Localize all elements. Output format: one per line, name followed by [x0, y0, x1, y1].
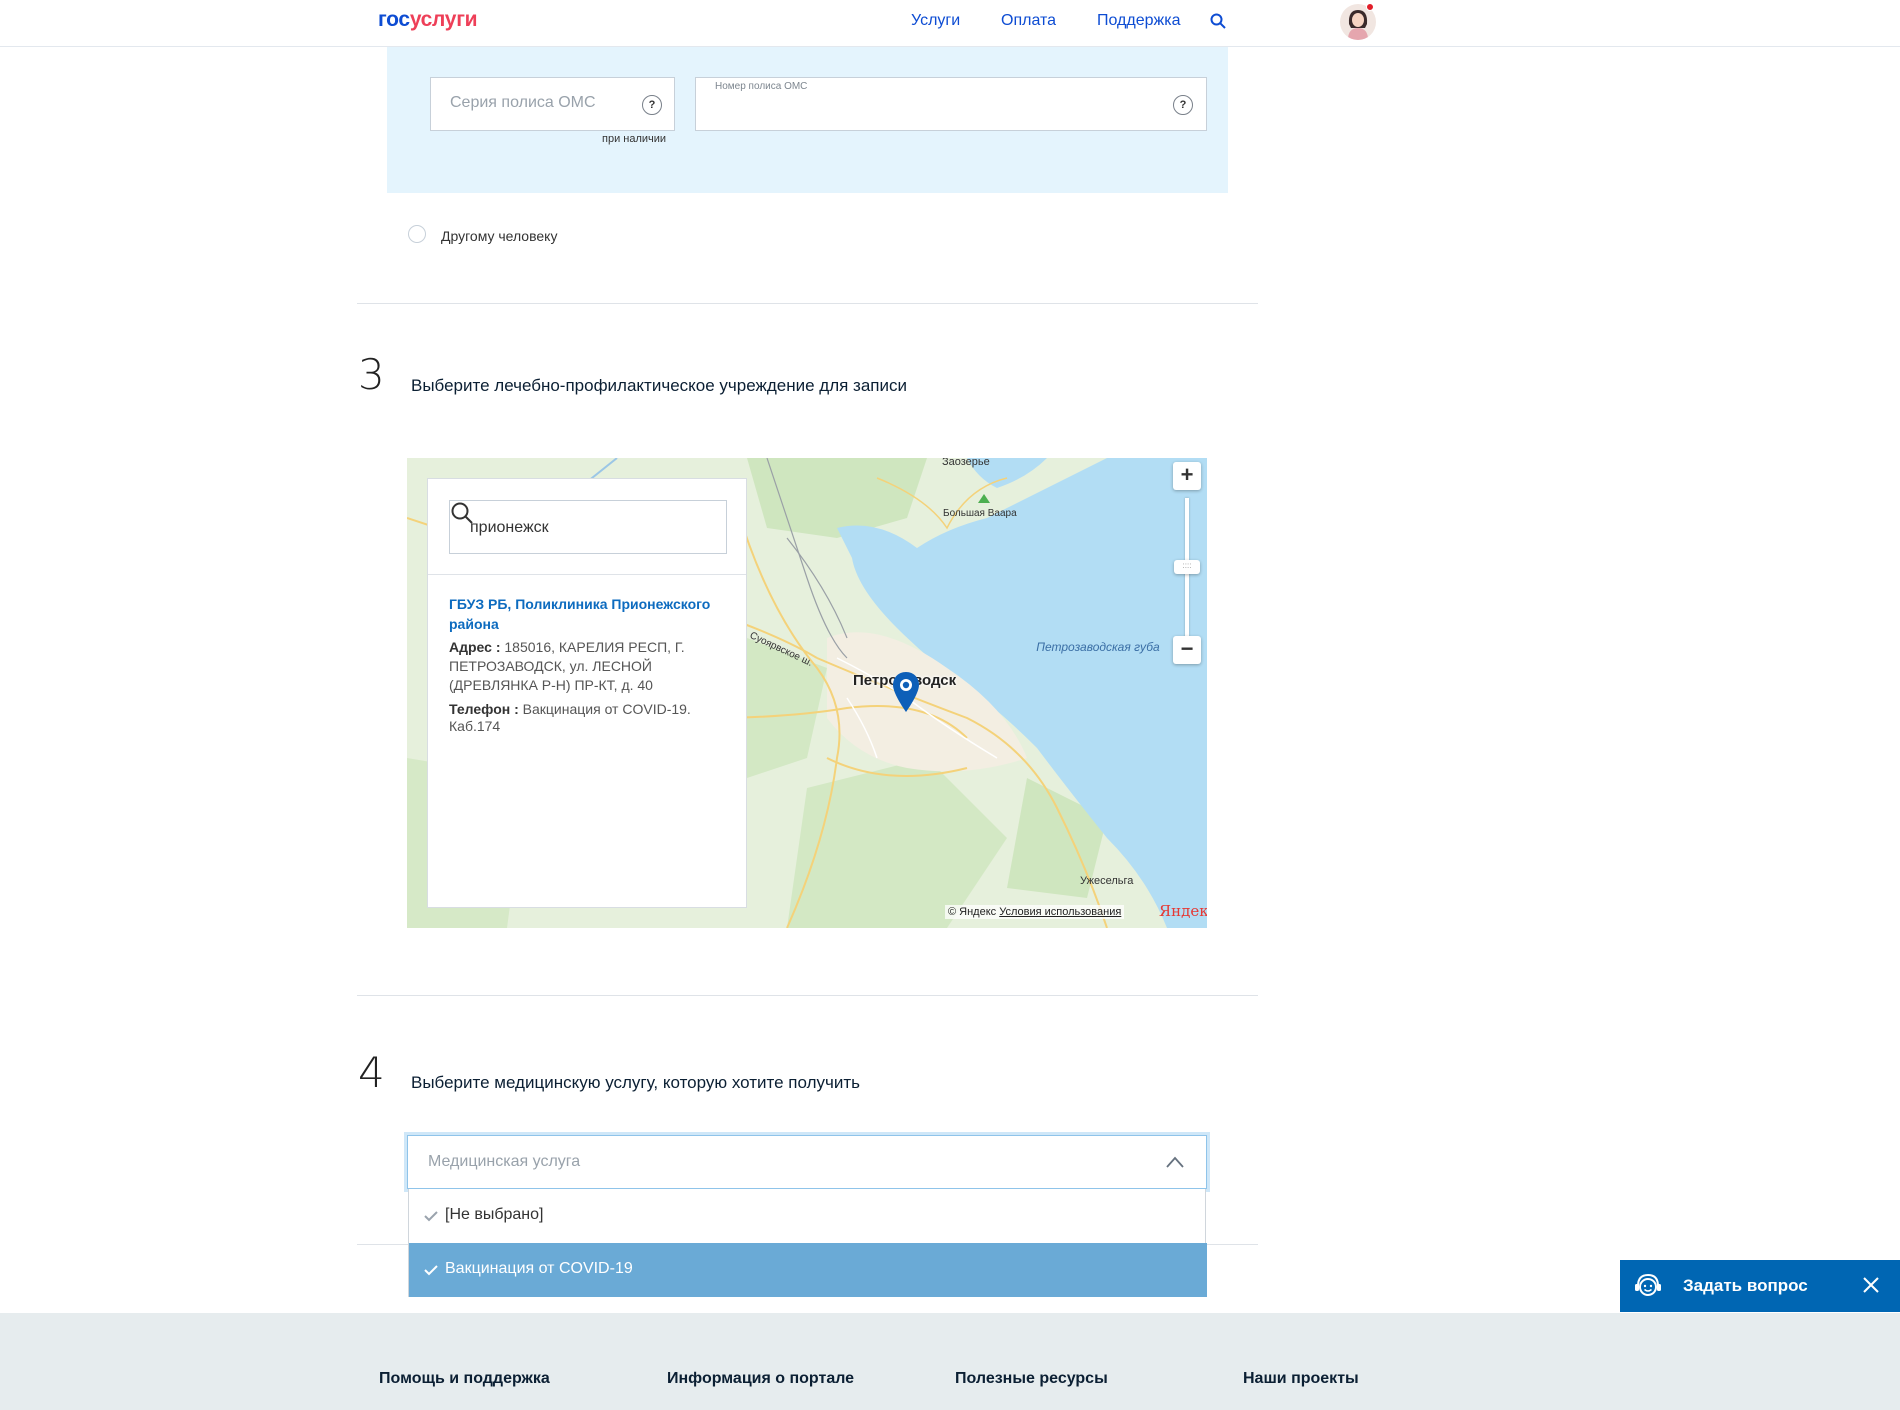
clinic-address-label: Адрес :: [449, 639, 501, 655]
search-icon[interactable]: [1210, 13, 1226, 29]
oms-number-label: Номер полиса ОМС: [715, 81, 808, 92]
other-person-radio[interactable]: [408, 225, 426, 243]
gosuslugi-logo[interactable]: госуслуги: [378, 8, 478, 32]
clinic-phone: Телефон : Вакцинация от COVID-19. Каб.17…: [449, 701, 729, 735]
yandex-map[interactable]: Заозерье Большая Ваара Ужесельга Суоярвс…: [407, 458, 1207, 928]
nav-services[interactable]: Услуги: [911, 12, 960, 30]
check-icon: [424, 1211, 438, 1222]
clinic-search-input[interactable]: прионежск: [449, 500, 727, 554]
dropdown-option-label: [Не выбрано]: [445, 1206, 544, 1223]
step-3-title: Выберите лечебно-профилактическое учрежд…: [411, 376, 908, 395]
footer-portal-info[interactable]: Информация о портале: [667, 1370, 854, 1388]
other-person-label[interactable]: Другому человеку: [441, 228, 557, 244]
logo-part-2: услуги: [409, 8, 478, 31]
ask-question-widget[interactable]: Задать вопрос: [1620, 1260, 1900, 1312]
step-number-3: 3: [358, 350, 385, 399]
close-icon[interactable]: [1860, 1274, 1882, 1296]
top-header: госуслуги Услуги Оплата Поддержка: [0, 0, 1900, 47]
zoom-slider-handle[interactable]: ::::: [1174, 560, 1200, 574]
support-agent-icon: [1635, 1273, 1661, 1296]
help-icon[interactable]: ?: [1173, 95, 1193, 115]
clinic-phone-label: Телефон :: [449, 701, 519, 717]
zoom-in-button[interactable]: +: [1173, 462, 1201, 490]
oms-series-placeholder: Серия полиса ОМС: [450, 94, 596, 111]
map-label-bolshaya-vaara: Большая Ваара: [943, 508, 1017, 519]
step-4-title: Выберите медицинскую услугу, которую хот…: [411, 1073, 861, 1092]
logo-part-1: гос: [378, 8, 410, 31]
clinic-address: Адрес : 185016, КАРЕЛИЯ РЕСП, Г. ПЕТРОЗА…: [449, 638, 729, 695]
medical-service-dropdown: [Не выбрано] Вакцинация от COVID-19: [408, 1189, 1207, 1297]
map-copyright-text: © Яндекс: [948, 906, 997, 918]
nav-support[interactable]: Поддержка: [1097, 12, 1180, 30]
oms-series-field[interactable]: Серия полиса ОМС ?: [430, 77, 675, 131]
map-pin-icon[interactable]: [893, 672, 919, 712]
section-divider: [357, 995, 1258, 996]
dropdown-option-covid-vaccination[interactable]: Вакцинация от COVID-19: [409, 1243, 1207, 1297]
check-icon: [424, 1265, 438, 1276]
search-icon[interactable]: [450, 501, 474, 525]
notification-dot: [1366, 3, 1374, 11]
map-copyright: © Яндекс Условия использования: [945, 905, 1125, 919]
footer-useful-resources[interactable]: Полезные ресурсы: [955, 1370, 1108, 1388]
map-label-uzhesel-ga: Ужесельга: [1080, 875, 1134, 887]
medical-service-select[interactable]: Медицинская услуга: [407, 1135, 1207, 1189]
medical-service-placeholder: Медицинская услуга: [428, 1153, 581, 1170]
map-label-zaozerye: Заозерье: [942, 458, 990, 468]
page-footer: Помощь и поддержка Информация о портале …: [0, 1313, 1900, 1410]
clinic-search-value: прионежск: [470, 519, 549, 536]
dropdown-option-label: Вакцинация от COVID-19: [445, 1260, 633, 1277]
map-label-water: Петрозаводская губа: [1036, 640, 1160, 654]
footer-our-projects[interactable]: Наши проекты: [1243, 1370, 1359, 1388]
clinic-name-link[interactable]: ГБУЗ РБ, Поликлиника Прионежского района: [449, 594, 729, 634]
oms-number-field[interactable]: Номер полиса ОМС ?: [695, 77, 1207, 131]
nav-payment[interactable]: Оплата: [1001, 12, 1056, 30]
oms-series-hint: при наличии: [602, 133, 667, 145]
chevron-up-icon[interactable]: [1166, 1156, 1184, 1168]
clinic-search-panel: прионежск ГБУЗ РБ, Поликлиника Прионежск…: [427, 478, 747, 908]
step-number-4: 4: [358, 1048, 385, 1097]
section-divider: [357, 303, 1258, 304]
yandex-logo[interactable]: Яндекс: [1159, 902, 1207, 920]
map-terms-link[interactable]: Условия использования: [999, 906, 1121, 918]
zoom-out-button[interactable]: −: [1173, 636, 1201, 664]
panel-divider: [428, 574, 746, 575]
ask-question-label: Задать вопрос: [1683, 1276, 1808, 1295]
footer-help-support[interactable]: Помощь и поддержка: [379, 1370, 550, 1388]
help-icon[interactable]: ?: [642, 95, 662, 115]
dropdown-option-none[interactable]: [Не выбрано]: [409, 1189, 1207, 1243]
